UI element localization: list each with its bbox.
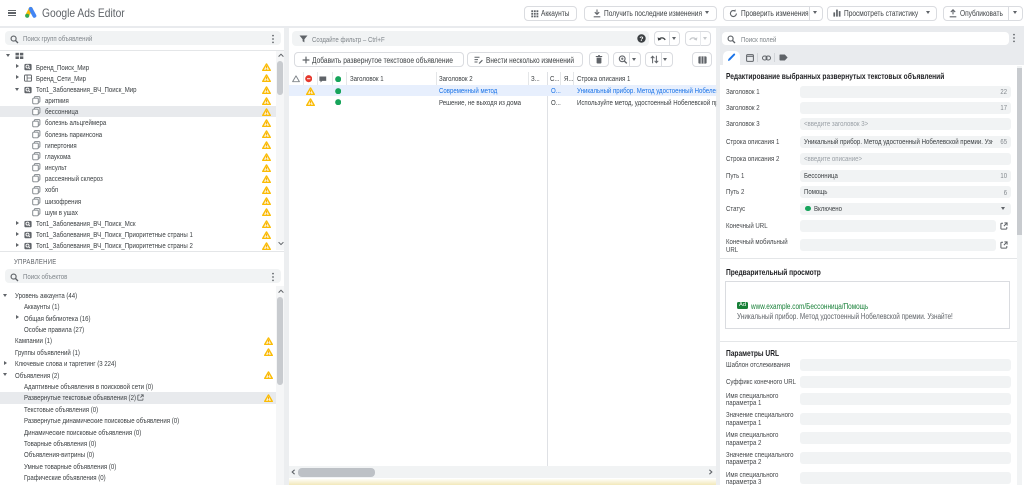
svg-text:?: ? [639, 36, 643, 43]
